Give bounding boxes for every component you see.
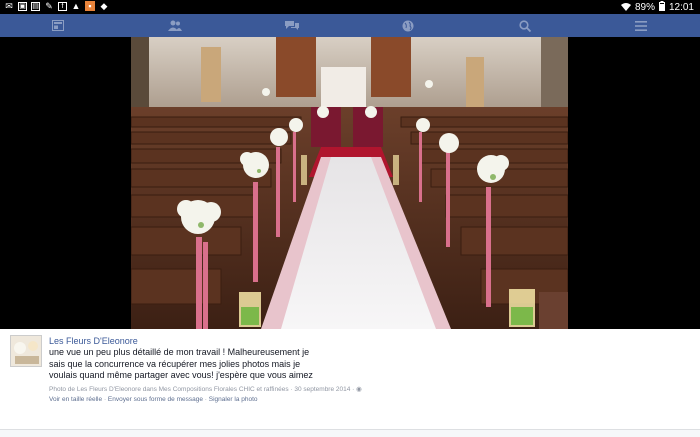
notifications-button[interactable]	[388, 14, 428, 37]
gallery-icon: ▤	[31, 1, 40, 11]
privacy-globe-icon: ◉	[356, 386, 362, 393]
bottom-bar	[0, 430, 700, 437]
album-info: Photo de Les Fleurs D'Eleonore dans Mes …	[49, 386, 357, 393]
messages-button[interactable]	[272, 14, 312, 37]
search-button[interactable]	[505, 14, 545, 37]
messages-icon	[285, 21, 299, 30]
sms-icon: ✎	[45, 1, 53, 11]
view-full-size-link[interactable]: Voir en taille réelle	[49, 396, 102, 403]
photo-caption: Les Fleurs D'Eleonore une vue un peu plu…	[0, 329, 700, 437]
photos-icon: ▪	[85, 1, 95, 11]
news-feed-icon	[52, 20, 64, 31]
page-avatar[interactable]	[10, 335, 42, 367]
photo-viewer[interactable]	[0, 37, 700, 329]
news-feed-button[interactable]	[38, 14, 78, 37]
dropbox-icon: ◆	[100, 1, 108, 11]
notifications-globe-icon	[402, 20, 414, 31]
warning-icon: ▲	[71, 1, 81, 11]
photo-meta: Photo de Les Fleurs D'Eleonore dans Mes …	[49, 385, 449, 405]
post-description: une vue un peu plus détaillé de mon trav…	[49, 347, 319, 382]
page-name-link[interactable]: Les Fleurs D'Eleonore	[49, 336, 138, 346]
battery-level: 89%	[634, 2, 655, 13]
send-as-message-link[interactable]: Envoyer sous forme de message	[108, 396, 203, 403]
battery-icon	[658, 1, 665, 14]
top-navigation-bar	[0, 14, 700, 37]
image-icon: ▣	[18, 1, 27, 11]
report-photo-link[interactable]: Signaler la photo	[209, 396, 258, 403]
friends-button[interactable]	[155, 14, 195, 37]
menu-icon	[635, 20, 647, 31]
post-text-line: une vue un peu plus détaillé de mon trav…	[49, 347, 310, 357]
mail-icon: ✉	[5, 1, 13, 11]
wifi-icon	[620, 2, 631, 14]
menu-button[interactable]	[621, 14, 661, 37]
post-text-line: sais que la concurrence va récupérer mes…	[49, 358, 301, 369]
facebook-icon: f	[58, 1, 67, 11]
status-bar: ✉ ▣ ▤ ✎ f ▲ ▪ ◆ 89% 12:01	[0, 0, 700, 14]
search-icon	[519, 19, 531, 32]
post-text-line: voulais quand même partager avec vous! j…	[49, 370, 313, 380]
church-aisle-photo[interactable]	[131, 37, 568, 329]
friends-icon	[168, 20, 182, 31]
clock: 12:01	[668, 2, 694, 13]
